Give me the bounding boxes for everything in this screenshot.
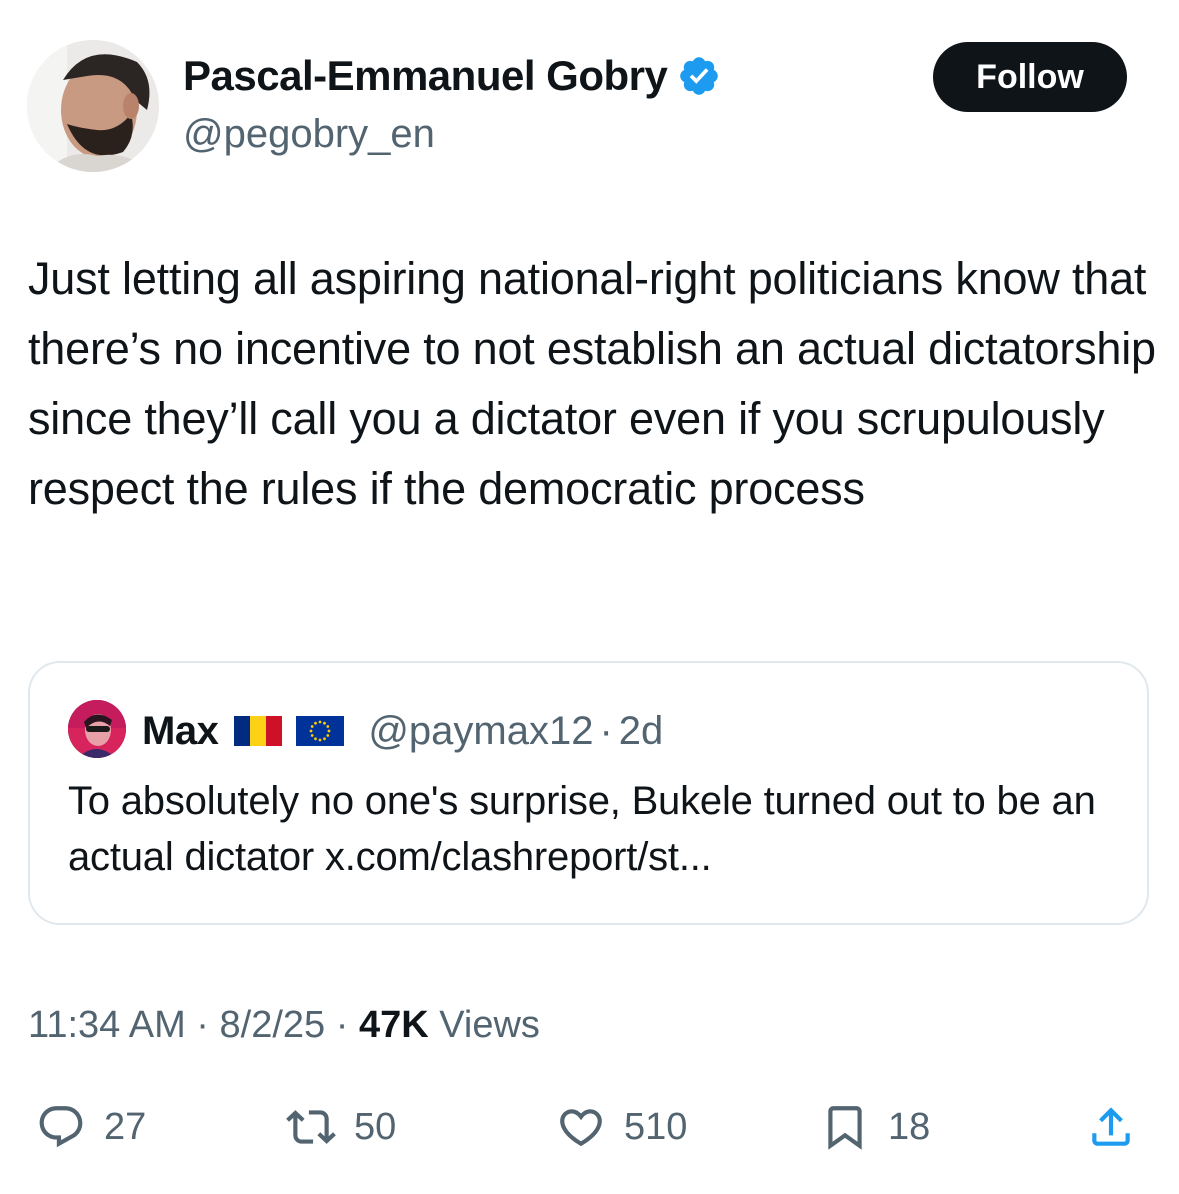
author-avatar[interactable]	[27, 40, 159, 172]
like-count: 510	[624, 1105, 688, 1148]
author-photo	[27, 40, 159, 172]
tweet-date[interactable]: 8/2/25	[220, 1004, 326, 1046]
quoted-tweet-header: Max @paymax12 · 2d	[142, 703, 663, 759]
reply-count: 27	[104, 1105, 147, 1148]
eu-flag-icon	[296, 716, 345, 746]
like-button[interactable]: 510	[556, 1090, 687, 1164]
tweet-meta: 11:34 AM · 8/2/25 · 47K Views	[28, 1000, 540, 1050]
repost-button[interactable]: 50	[286, 1090, 396, 1164]
views-label: Views	[428, 1004, 540, 1046]
quoted-author-avatar[interactable]	[68, 700, 126, 758]
quoted-author-handle[interactable]: @paymax12	[368, 709, 593, 754]
action-bar: 27 50 510 18	[0, 1090, 1179, 1170]
reply-button[interactable]: 27	[36, 1090, 146, 1164]
meta-separator: ·	[325, 1004, 359, 1046]
verified-badge-icon[interactable]	[677, 54, 721, 98]
reply-icon	[39, 1106, 83, 1148]
heart-icon	[560, 1109, 602, 1147]
views-count: 47K	[358, 1004, 429, 1046]
author-handle[interactable]: @pegobry_en	[183, 110, 435, 158]
quoted-tweet-card[interactable]: Max @paymax12 · 2d To absolutely no one'…	[28, 661, 1149, 925]
share-button[interactable]	[1086, 1090, 1136, 1164]
follow-button[interactable]: Follow	[933, 42, 1127, 112]
quoted-tweet-text: To absolutely no one's surprise, Bukele …	[68, 779, 1096, 879]
bookmark-count: 18	[888, 1105, 931, 1148]
quoted-separator: ·	[599, 708, 613, 753]
romania-flag-icon	[234, 716, 283, 746]
repost-icon	[286, 1110, 336, 1144]
quoted-author-name[interactable]: Max	[142, 709, 219, 754]
bookmark-icon	[828, 1106, 862, 1150]
tweet-time[interactable]: 11:34 AM	[28, 1004, 186, 1046]
author-display-name[interactable]: Pascal-Emmanuel Gobry	[183, 50, 668, 102]
quoted-author-photo	[68, 700, 126, 758]
meta-separator: ·	[185, 1004, 220, 1046]
quoted-timestamp[interactable]: 2d	[619, 709, 664, 754]
bookmark-button[interactable]: 18	[820, 1090, 930, 1164]
share-icon	[1092, 1107, 1130, 1146]
repost-count: 50	[354, 1105, 397, 1148]
author-name-row: Pascal-Emmanuel Gobry	[183, 50, 721, 102]
tweet-text: Just letting all aspiring national-right…	[28, 253, 1156, 514]
